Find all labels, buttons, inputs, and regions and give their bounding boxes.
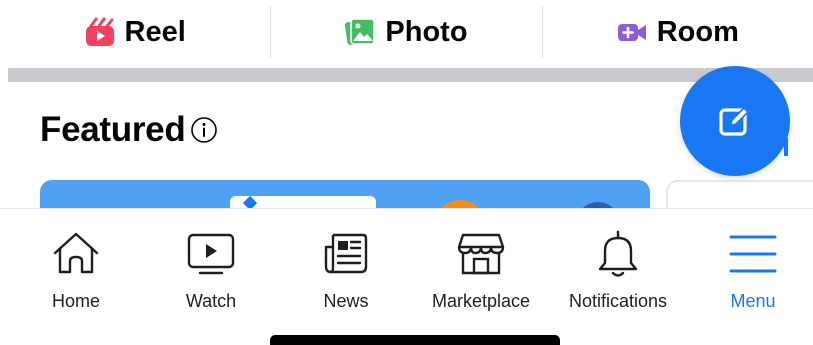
compose-edit-icon	[719, 107, 749, 136]
featured-title: Featured	[40, 110, 186, 149]
section-divider	[8, 68, 813, 82]
tab-notifications[interactable]: Notifications	[548, 227, 688, 317]
tab-news-label: News	[323, 291, 369, 311]
room-video-icon	[617, 24, 646, 41]
photo-label: Photo	[385, 15, 468, 48]
featured-header: Featured	[40, 110, 219, 150]
tab-notifications-label: Notifications	[568, 291, 668, 311]
bell-icon	[598, 230, 638, 277]
tab-home-label: Home	[51, 291, 100, 311]
reel-button[interactable]: Reel	[0, 0, 270, 64]
tab-watch[interactable]: Watch	[141, 227, 281, 317]
composer-bar: Reel Photo Room	[0, 0, 813, 64]
menu-hamburger-icon	[729, 235, 777, 273]
home-indicator[interactable]	[270, 335, 560, 345]
home-icon	[53, 232, 99, 274]
tab-marketplace[interactable]: Marketplace	[411, 227, 551, 317]
tab-home[interactable]: Home	[6, 227, 146, 317]
room-button[interactable]: Room	[543, 0, 813, 64]
tab-watch-label: Watch	[185, 291, 237, 311]
marketplace-store-icon	[457, 233, 505, 275]
tab-news[interactable]: News	[276, 227, 416, 317]
fab-edge-accent	[784, 138, 788, 156]
bottom-tab-bar: Home Watch News Marketplace Notification…	[0, 208, 813, 345]
photo-button[interactable]: Photo	[271, 0, 541, 64]
tab-menu-label: Menu	[730, 291, 776, 311]
tab-marketplace-label: Marketplace	[431, 291, 531, 311]
reel-label: Reel	[124, 15, 186, 48]
reel-icon	[85, 17, 114, 46]
news-icon	[324, 233, 368, 274]
photo-icon	[345, 18, 376, 46]
tab-menu[interactable]: Menu	[683, 227, 813, 317]
watch-video-icon	[187, 233, 235, 275]
room-label: Room	[656, 15, 739, 48]
compose-button[interactable]	[680, 66, 790, 176]
info-icon[interactable]	[189, 115, 219, 145]
